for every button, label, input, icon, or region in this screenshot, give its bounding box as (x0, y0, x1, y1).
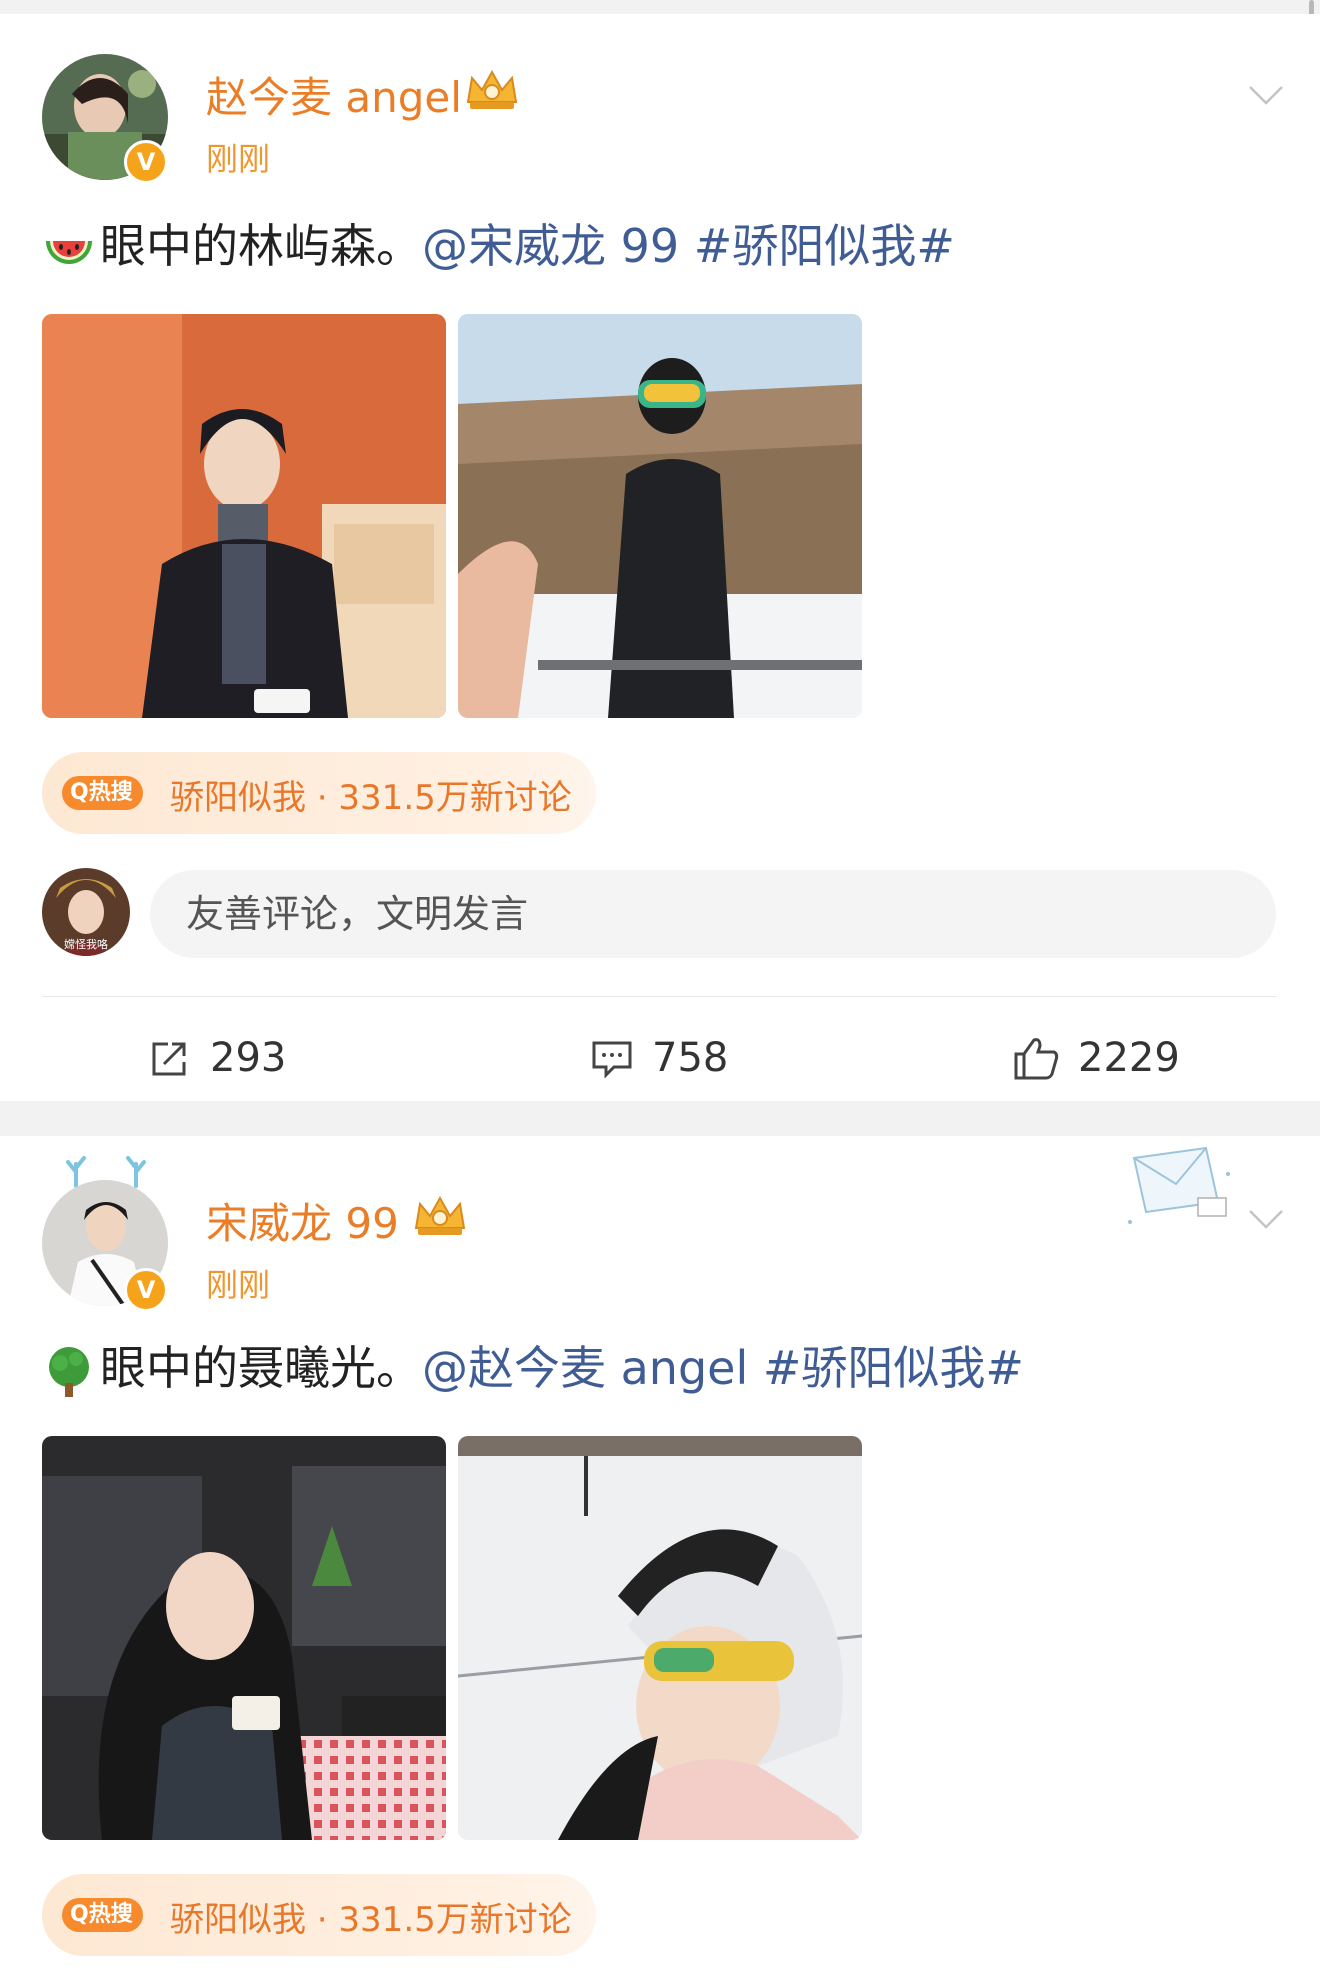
hot-search-text: 骄阳似我 · 331.5万新讨论 (170, 778, 572, 818)
like-icon (1014, 1038, 1059, 1080)
post-photo-2[interactable] (458, 1436, 862, 1840)
commenter-avatar-caption: 嫦怪我咯 (64, 937, 108, 951)
repost-count: 293 (210, 1035, 287, 1081)
post-photo-1[interactable] (42, 1436, 446, 1840)
weibo-post-2: V 宋威龙 99 刚刚 眼中的聂曦光。@赵今麦 angel #骄阳似我# Q热搜… (0, 1136, 1320, 1987)
envelope-icon (1128, 1146, 1230, 1224)
post-photo-1[interactable] (42, 314, 446, 718)
post-text: 眼中的聂曦光。 (100, 1341, 422, 1395)
watermelon-icon (46, 240, 92, 264)
repost-icon (152, 1042, 186, 1076)
hashtag-link[interactable]: #骄阳似我# (694, 219, 955, 273)
username[interactable]: 宋威龙 99 (206, 1190, 399, 1251)
like-button[interactable]: 2229 (1012, 1018, 1180, 1098)
divider (42, 996, 1276, 997)
hot-search-pill[interactable]: Q热搜 骄阳似我 · 331.5万新讨论 (42, 1874, 596, 1956)
comment-button[interactable]: 758 (590, 1018, 728, 1098)
tree-icon (49, 1346, 89, 1397)
chevron-down-icon[interactable] (1248, 84, 1284, 106)
post-timestamp: 刚刚 (206, 140, 271, 178)
hashtag-link[interactable]: #骄阳似我# (763, 1341, 1024, 1395)
username[interactable]: 赵今麦 angel (206, 64, 462, 125)
crown-icon (466, 69, 518, 109)
post-photo-2[interactable] (458, 314, 862, 718)
commenter-avatar[interactable]: 嫦怪我咯 (42, 868, 130, 956)
repost-button[interactable]: 293 (148, 1018, 286, 1098)
mention-link[interactable]: @赵今麦 angel (422, 1341, 748, 1395)
verified-icon: V (124, 1268, 168, 1312)
comment-icon (592, 1041, 632, 1078)
mention-link[interactable]: @宋威龙 99 (422, 219, 679, 273)
hot-search-pill[interactable]: Q热搜 骄阳似我 · 331.5万新讨论 (42, 752, 596, 834)
hot-search-tag: Q热搜 (62, 1898, 143, 1932)
hot-search-text: 骄阳似我 · 331.5万新讨论 (170, 1900, 572, 1940)
post-content: 眼中的聂曦光。@赵今麦 angel #骄阳似我# (42, 1332, 1024, 1399)
weibo-post-1: V 赵今麦 angel 刚刚 眼中的林屿森。@宋威龙 99 #骄阳似我# Q热搜… (0, 14, 1320, 1101)
chevron-down-icon[interactable] (1248, 1208, 1284, 1230)
comment-input[interactable]: 友善评论，文明发言 (150, 870, 1276, 958)
post-content: 眼中的林屿森。@宋威龙 99 #骄阳似我# (42, 210, 955, 277)
post-text: 眼中的林屿森。 (100, 219, 422, 273)
verified-icon: V (124, 140, 168, 184)
post-timestamp: 刚刚 (206, 1266, 271, 1304)
like-count: 2229 (1078, 1035, 1180, 1081)
comment-count: 758 (652, 1035, 729, 1081)
hot-search-tag: Q热搜 (62, 776, 143, 810)
crown-icon (414, 1195, 466, 1235)
